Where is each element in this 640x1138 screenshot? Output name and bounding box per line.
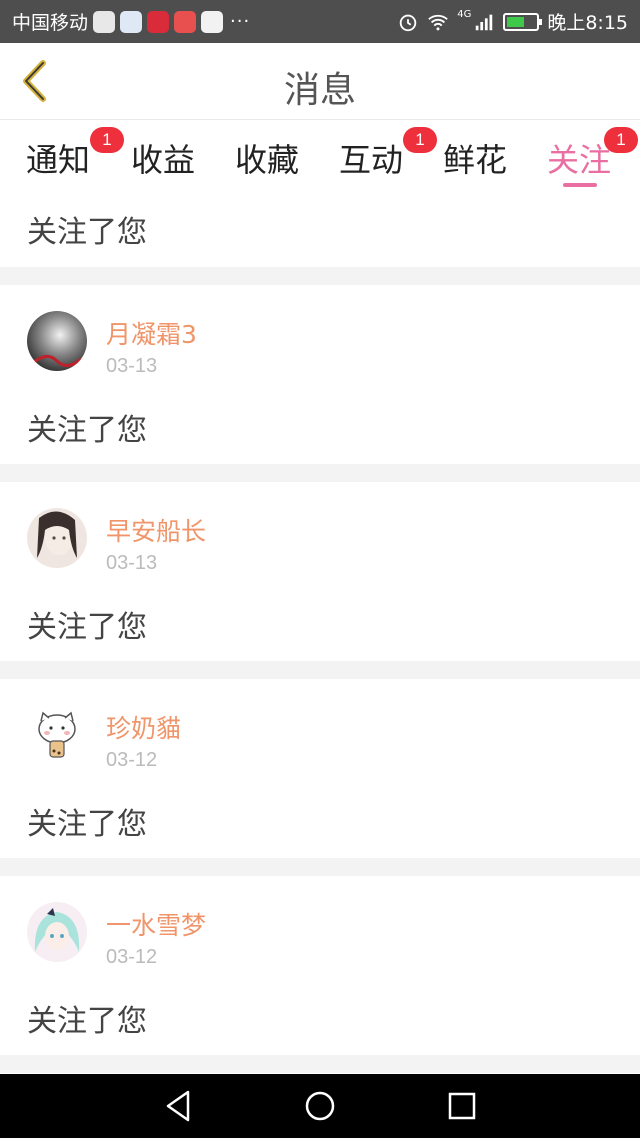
- status-bar: 中国移动 ··· 4G 晚上8:15: [0, 0, 640, 43]
- list-item[interactable]: 珍奶貓 03-12 关注了您: [0, 679, 640, 858]
- unread-badge: 1: [403, 127, 438, 153]
- more-notifications-icon: ···: [230, 11, 251, 32]
- tab-interactions[interactable]: 互动 1: [339, 127, 438, 181]
- recents-square-icon[interactable]: [444, 1088, 480, 1124]
- list-item[interactable]: 早安船长 03-13 关注了您: [0, 482, 640, 661]
- list-item[interactable]: 关注了您: [0, 197, 640, 267]
- tab-label: 通知: [26, 141, 91, 179]
- tab-bar: 通知 1 收益 收藏 互动 1 鲜花 关注 1: [0, 121, 640, 197]
- avatar[interactable]: [27, 508, 87, 568]
- battery-icon: [503, 12, 543, 31]
- divider: [0, 267, 640, 285]
- signal-icon: [476, 14, 493, 30]
- message-date: 03-12: [106, 946, 158, 968]
- tab-label: 关注: [547, 141, 612, 179]
- app-notification-icon: [201, 10, 224, 33]
- message-text: 关注了您: [27, 610, 147, 645]
- avatar[interactable]: [27, 705, 87, 765]
- divider: [0, 858, 640, 876]
- tab-label: 互动: [339, 141, 404, 179]
- tab-flowers[interactable]: 鲜花: [443, 135, 507, 181]
- message-text: 关注了您: [27, 1004, 147, 1039]
- network-type-label: 4G: [457, 9, 472, 20]
- app-notification-icon: [93, 10, 116, 33]
- system-nav-bar: [0, 1074, 640, 1138]
- avatar[interactable]: [27, 311, 87, 371]
- user-name[interactable]: 月凝霜3: [106, 315, 197, 351]
- user-name[interactable]: 珍奶貓: [106, 709, 181, 745]
- app-notification-icon: [174, 10, 197, 33]
- tab-favorites[interactable]: 收藏: [235, 135, 299, 181]
- app-notification-icon: [120, 10, 143, 33]
- status-left: 中国移动 ···: [12, 8, 250, 35]
- user-name[interactable]: 一水雪梦: [106, 906, 206, 942]
- message-date: 03-12: [106, 749, 158, 771]
- header: 消息: [0, 43, 640, 120]
- divider: [0, 1055, 640, 1073]
- divider: [0, 661, 640, 679]
- user-name[interactable]: 早安船长: [106, 512, 206, 548]
- message-date: 03-13: [106, 355, 158, 377]
- message-text: 关注了您: [27, 807, 147, 842]
- divider: [0, 464, 640, 482]
- tab-label: 收藏: [235, 141, 300, 179]
- message-text: 关注了您: [27, 215, 147, 250]
- alarm-icon: [399, 14, 417, 31]
- tab-label: 收益: [131, 141, 196, 179]
- back-triangle-icon[interactable]: [160, 1088, 196, 1124]
- list-item[interactable]: 月凝霜3 03-13 关注了您: [0, 285, 640, 464]
- app-notification-icon: [147, 10, 170, 33]
- battery-level: [507, 16, 525, 27]
- page-title: 消息: [283, 70, 356, 111]
- unread-badge: 1: [604, 127, 639, 153]
- message-date: 03-13: [106, 552, 158, 574]
- tab-notifications[interactable]: 通知 1: [26, 127, 125, 181]
- unread-badge: 1: [90, 127, 125, 153]
- avatar[interactable]: [27, 902, 87, 962]
- clock: 晚上8:15: [547, 12, 628, 34]
- list-item[interactable]: 一水雪梦 03-12 关注了您: [0, 876, 640, 1055]
- message-list[interactable]: 关注了您 月凝霜3 03-13 关注了您 早安船长 03-13 关注了您 珍奶貓…: [0, 197, 640, 1074]
- tab-earnings[interactable]: 收益: [131, 135, 195, 181]
- wifi-icon: [428, 14, 448, 30]
- home-circle-icon[interactable]: [302, 1088, 338, 1124]
- message-text: 关注了您: [27, 413, 147, 448]
- carrier-label: 中国移动: [12, 12, 89, 34]
- tab-label: 鲜花: [443, 141, 508, 179]
- status-right: 4G 晚上8:15: [397, 8, 628, 35]
- active-tab-indicator: [563, 183, 597, 187]
- tab-follows[interactable]: 关注 1: [547, 127, 639, 181]
